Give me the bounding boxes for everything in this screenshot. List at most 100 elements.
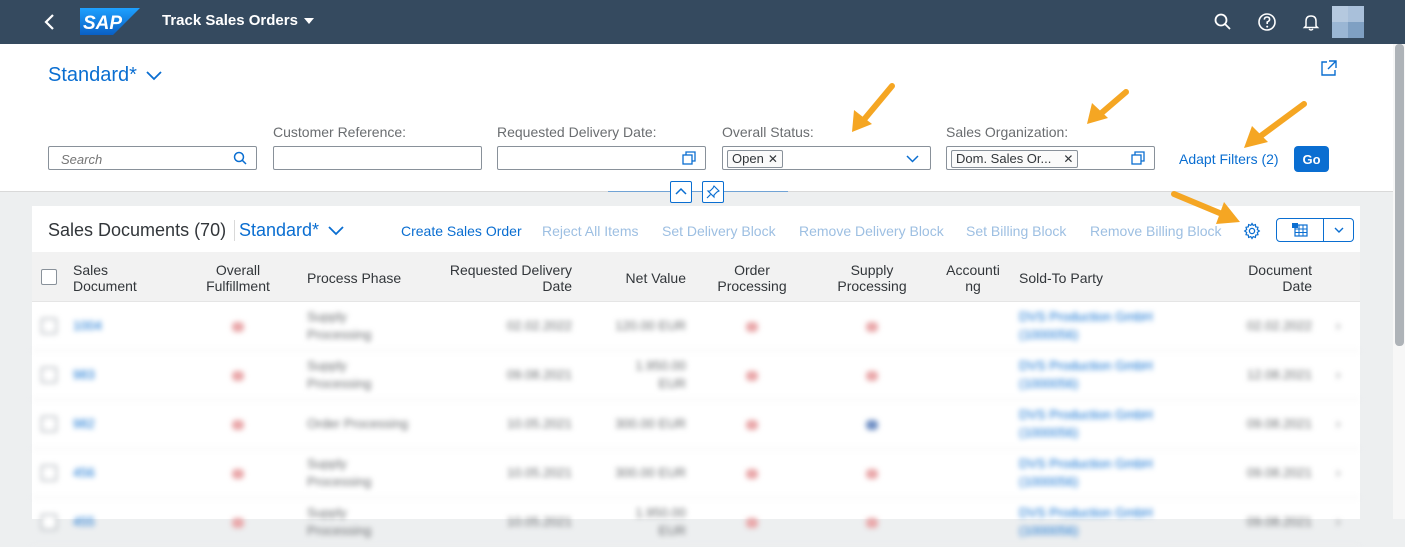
row-checkbox[interactable] (41, 367, 57, 383)
set-billing-block-button[interactable]: Set Billing Block (966, 223, 1066, 239)
search-field-box[interactable] (48, 146, 257, 170)
sold-to-party-link[interactable]: DVS Production GmbH (1000056) (1019, 455, 1153, 491)
supply-processing-status-icon (866, 322, 878, 332)
column-header-process-phase[interactable]: Process Phase (307, 270, 401, 286)
go-button[interactable]: Go (1294, 146, 1329, 172)
scrollbar-thumb[interactable] (1395, 44, 1404, 346)
row-checkbox[interactable] (41, 318, 57, 334)
net-value: 1.950.00 EUR (635, 358, 686, 391)
row-navigation-icon[interactable]: › (1336, 464, 1340, 482)
column-header-document-date[interactable]: Document Date (1232, 262, 1312, 294)
select-all-checkbox[interactable] (41, 269, 57, 285)
customer-reference-input[interactable] (273, 146, 482, 170)
page-scrollbar[interactable] (1393, 44, 1405, 519)
chevron-down-icon[interactable] (904, 150, 921, 167)
row-navigation-icon[interactable]: › (1336, 513, 1340, 531)
page-variant-name: Standard* (48, 64, 137, 86)
page-variant-selector[interactable]: Standard* (48, 64, 163, 87)
value-help-icon[interactable] (1130, 150, 1147, 167)
table-header-row: Sales Document Overall Fulfillment Process… (32, 252, 1360, 302)
sap-logo[interactable]: SAP (80, 8, 140, 35)
requested-delivery-date-filter: Requested Delivery Date: (497, 124, 706, 170)
close-icon[interactable]: ✕ (768, 151, 778, 167)
column-header-accounting[interactable]: Accounti ng (942, 262, 1004, 294)
row-navigation-icon[interactable]: › (1336, 366, 1340, 384)
filter-bar: Standard* Customer Reference: Requested … (0, 44, 1393, 192)
sales-document-link[interactable]: 983 (73, 366, 95, 384)
column-header-supply-processing[interactable]: Supply Processing (832, 262, 912, 294)
sold-to-party-link[interactable]: DVS Production GmbH (1000056) (1019, 308, 1153, 344)
process-phase: Supply Processing (307, 309, 372, 342)
column-header-requested-delivery-date[interactable]: Requested Delivery Date (432, 262, 572, 294)
value-help-icon[interactable] (681, 150, 698, 167)
requested-delivery-date: 02.02.2022 (506, 318, 572, 333)
collapse-header-button[interactable] (670, 181, 692, 203)
reject-all-items-button[interactable]: Reject All Items (542, 223, 638, 239)
row-checkbox[interactable] (41, 465, 57, 481)
process-phase: Supply Processing (307, 358, 372, 391)
order-processing-status-icon (746, 420, 758, 430)
sold-to-party-link[interactable]: DVS Production GmbH (1000056) (1019, 504, 1153, 540)
row-navigation-icon[interactable]: › (1336, 415, 1340, 433)
column-header-net-value[interactable]: Net Value (606, 270, 686, 286)
set-delivery-block-button[interactable]: Set Delivery Block (662, 223, 776, 239)
chevron-down-icon (146, 70, 162, 80)
sales-document-link[interactable]: 455 (73, 513, 95, 531)
row-navigation-icon[interactable]: › (1336, 317, 1340, 335)
back-arrow-icon[interactable] (38, 10, 62, 34)
overall-status-label: Overall Status: (722, 124, 814, 140)
search-icon[interactable] (1212, 11, 1234, 33)
sales-documents-table: Sales Documents (70) Standard* Create Sa… (32, 206, 1360, 547)
requested-delivery-date-input[interactable] (497, 146, 706, 170)
gear-icon[interactable] (1243, 222, 1261, 240)
row-checkbox[interactable] (41, 416, 57, 432)
pin-header-button[interactable] (702, 181, 724, 203)
column-header-order-processing[interactable]: Order Processing (712, 262, 792, 294)
requested-delivery-date-label: Requested Delivery Date: (497, 124, 657, 140)
search-input[interactable] (59, 151, 223, 168)
supply-processing-status-icon (866, 518, 878, 528)
adapt-filters-link[interactable]: Adapt Filters (2) (1179, 151, 1279, 167)
create-sales-order-button[interactable]: Create Sales Order (401, 223, 522, 239)
logo-text: SAP (83, 13, 122, 34)
column-header-sold-to-party[interactable]: Sold-To Party (1019, 270, 1103, 286)
column-header-sales-document[interactable]: Sales Document (73, 262, 137, 294)
app-title-menu[interactable]: Track Sales Orders (162, 12, 314, 29)
chevron-up-icon (675, 187, 687, 195)
sales-document-link[interactable]: 982 (73, 415, 95, 433)
sales-org-token-text: Dom. Sales Or... (956, 151, 1052, 166)
close-icon[interactable]: ✕ (1063, 151, 1073, 167)
share-icon[interactable] (1319, 58, 1339, 78)
sales-document-link[interactable]: 456 (73, 464, 95, 482)
export-button[interactable] (1276, 218, 1354, 242)
header-divider (608, 191, 788, 192)
row-checkbox[interactable] (41, 514, 57, 530)
export-main-button[interactable] (1277, 219, 1324, 241)
table-row[interactable]: 983 Supply Processing 09.08.2021 1.950.00 EUR… (32, 351, 1360, 400)
supply-processing-status-icon (866, 469, 878, 479)
table-row[interactable]: 456 Supply Processing 10.05.2021 300.00 EUR D… (32, 449, 1360, 498)
search-icon[interactable] (232, 150, 249, 167)
document-date: 09.08.2021 (1246, 416, 1312, 431)
fulfillment-status-icon (232, 420, 244, 430)
sold-to-party-link[interactable]: DVS Production GmbH (1000056) (1019, 357, 1153, 393)
remove-delivery-block-button[interactable]: Remove Delivery Block (799, 223, 944, 239)
table-row[interactable]: 982 Order Processing 10.05.2021 300.00 EUR D… (32, 400, 1360, 449)
help-icon[interactable] (1256, 11, 1278, 33)
avatar[interactable] (1332, 6, 1364, 38)
net-value: 120.00 EUR (615, 318, 686, 333)
table-row[interactable]: 1004 Supply Processing 02.02.2022 120.00 EUR… (32, 302, 1360, 351)
column-header-overall-fulfillment[interactable]: Overall Fulfillment (198, 262, 278, 294)
table-row[interactable]: 455 Supply Processing 10.05.2021 1.950.00 EUR… (32, 498, 1360, 547)
sales-document-link[interactable]: 1004 (73, 317, 102, 335)
export-dropdown-button[interactable] (1324, 219, 1353, 241)
bell-icon[interactable] (1300, 11, 1322, 33)
sold-to-party-link[interactable]: DVS Production GmbH (1000056) (1019, 406, 1153, 442)
overall-status-select[interactable]: Open ✕ (722, 146, 931, 170)
document-date: 02.02.2022 (1246, 318, 1312, 333)
table-variant-selector[interactable]: Standard* (234, 220, 345, 241)
remove-billing-block-button[interactable]: Remove Billing Block (1090, 223, 1222, 239)
process-phase: Supply Processing (307, 505, 372, 538)
shell-bar: SAP Track Sales Orders (0, 0, 1405, 44)
sales-organization-input[interactable]: Dom. Sales Or... ✕ (946, 146, 1155, 170)
